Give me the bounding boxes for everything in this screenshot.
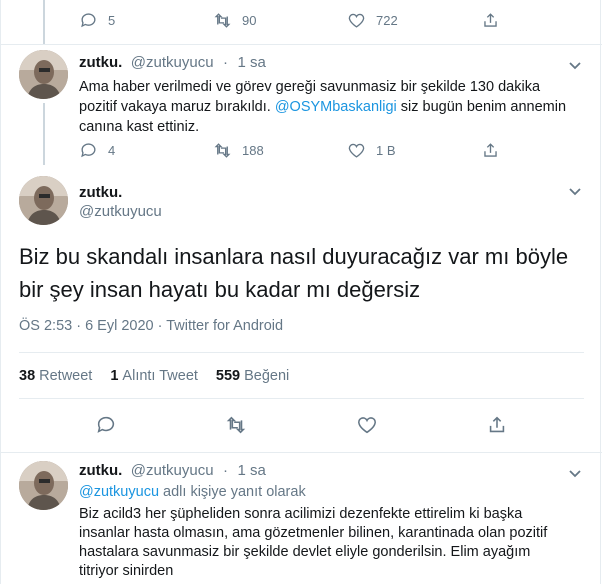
tweet-text: Biz acild3 her şüpheliden sonra acilimiz… (79, 506, 548, 579)
reply-icon (97, 416, 115, 433)
tweet-header: zutku. @zutkuyucu · 1 sa (79, 462, 266, 480)
heart-icon (348, 13, 365, 28)
display-name[interactable]: zutku. (79, 184, 162, 201)
retweet-count: 90 (242, 12, 257, 28)
share-icon (484, 12, 497, 27)
tweet1-actions: 4 188 1 B (79, 140, 602, 160)
reply-context: @zutkuyucu adlı kişiye yanıt olarak (79, 484, 306, 500)
engagement-stats: 38 Retweet 1 Alıntı Tweet 559 Beğeni (19, 368, 307, 384)
more-options-button[interactable] (568, 58, 582, 72)
avatar[interactable] (19, 50, 68, 99)
retweet-count: 188 (242, 142, 264, 158)
timeline-column: 5 90 722 zutku. @zutkuyucu · 1 sa Ama ha… (0, 0, 602, 584)
quotes-stat[interactable]: 1 Alıntı Tweet (110, 368, 198, 384)
divider (19, 398, 584, 399)
chevron-down-icon (569, 62, 581, 70)
reply-count: 5 (108, 12, 116, 28)
like-button[interactable]: 722 (347, 10, 481, 30)
reply-button[interactable] (95, 414, 117, 441)
like-button[interactable]: 1 B (347, 140, 481, 160)
reply-button[interactable]: 4 (79, 140, 213, 160)
user-handle[interactable]: @zutkuyucu (79, 203, 162, 220)
separator-dot: · (223, 54, 229, 71)
chevron-down-icon (569, 188, 581, 196)
divider (1, 44, 602, 45)
tweet-text: Ama haber verilmedi ve görev gereği savu… (79, 79, 567, 135)
tweet-meta[interactable]: ÖS 2:53 · 6 Eyl 2020 · Twitter for Andro… (19, 318, 283, 334)
avatar[interactable] (19, 176, 68, 225)
mention-link[interactable]: @OSYMbaskanligi (275, 99, 397, 115)
retweet-icon (214, 142, 231, 158)
main-tweet-text: Biz bu skandalı insanlara nasıl duyuraca… (19, 244, 569, 302)
user-handle[interactable]: @zutkuyucu (131, 462, 214, 479)
more-options-button[interactable] (568, 184, 582, 198)
share-icon (484, 142, 497, 157)
thread-line (43, 103, 45, 165)
like-button[interactable] (356, 414, 378, 441)
retweet-button[interactable] (225, 414, 247, 441)
timestamp[interactable]: 1 sa (237, 54, 265, 71)
share-button[interactable] (481, 10, 602, 30)
heart-icon (348, 143, 365, 158)
retweet-icon (227, 416, 246, 434)
main-tweet-actions (1, 414, 602, 441)
display-name[interactable]: zutku. (79, 462, 122, 479)
main-tweet-header: zutku. @zutkuyucu (79, 184, 162, 220)
tweet-header: zutku. @zutkuyucu · 1 sa (79, 54, 266, 72)
reply-button[interactable]: 5 (79, 10, 213, 30)
divider (19, 352, 584, 353)
separator-dot: · (223, 462, 229, 479)
like-count: 722 (376, 12, 398, 28)
like-count: 1 B (376, 142, 396, 158)
retweet-button[interactable]: 188 (213, 140, 347, 160)
thread-line (43, 0, 45, 44)
retweet-button[interactable]: 90 (213, 10, 347, 30)
timestamp[interactable]: 1 sa (237, 462, 265, 479)
share-button[interactable] (486, 414, 508, 441)
likes-stat[interactable]: 559 Beğeni (216, 368, 289, 384)
retweet-icon (214, 12, 231, 28)
share-button[interactable] (481, 140, 602, 160)
retweets-stat[interactable]: 38 Retweet (19, 368, 92, 384)
reply-icon (81, 12, 96, 27)
reply-icon (81, 142, 96, 157)
chevron-down-icon (569, 470, 581, 478)
avatar[interactable] (19, 461, 68, 510)
mention-link[interactable]: @zutkuyucu (79, 484, 159, 500)
more-options-button[interactable] (568, 466, 582, 480)
heart-icon (357, 417, 376, 434)
user-handle[interactable]: @zutkuyucu (131, 54, 214, 71)
reply-count: 4 (108, 142, 116, 158)
share-icon (489, 416, 505, 433)
display-name[interactable]: zutku. (79, 54, 122, 71)
divider (1, 452, 602, 453)
top-tweet-actions: 5 90 722 (79, 10, 602, 30)
